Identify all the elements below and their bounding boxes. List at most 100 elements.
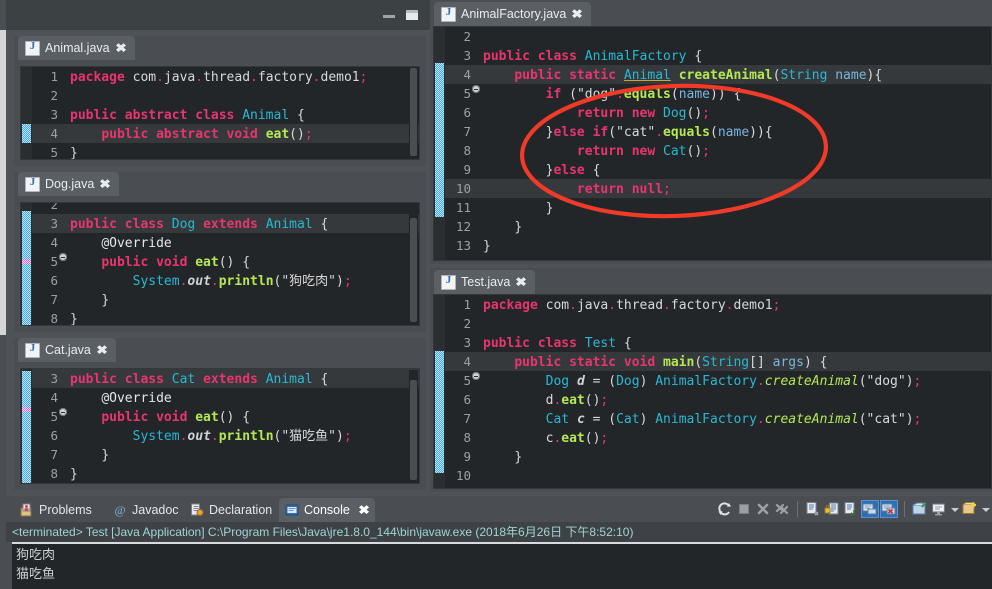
code-text: d.eat(); — [545, 393, 609, 408]
tab-test-java[interactable]: Test.java ✖ — [434, 270, 536, 294]
code-line: 10 return null; — [445, 179, 991, 198]
console-toolbar — [717, 497, 990, 521]
editor-panel-animalfactory: AnimalFactory.java ✖ 2 3 public class Ani… — [430, 0, 992, 264]
tab-animal-java[interactable]: Animal.java ✖ — [18, 36, 135, 60]
tab-declaration[interactable]: Declaration — [184, 498, 278, 522]
line-number: 10 — [455, 468, 471, 483]
code-line: 5 public void eat() { — [32, 252, 419, 271]
show-console-on-error-icon[interactable] — [880, 500, 898, 518]
code-area-animalfactory[interactable]: 2 3 public class AnimalFactory {4 public … — [433, 26, 992, 261]
code-line: 1 package com.java.thread.factory.demo1; — [32, 67, 419, 86]
tab-console[interactable]: Console ✖ — [279, 498, 375, 522]
code-line: 6 return new Dog(); — [445, 103, 991, 122]
line-number: 1 — [50, 69, 58, 84]
code-area-animal[interactable]: 1 package com.java.thread.factory.demo1; 2… — [20, 66, 420, 160]
remove-all-terminated-icon[interactable] — [774, 501, 790, 517]
code-text: public class Test { — [483, 336, 632, 351]
close-icon[interactable]: ✖ — [572, 8, 584, 20]
code-line: 5 public void eat() { — [32, 407, 419, 426]
line-number: 9 — [463, 449, 471, 464]
tab-dog-java[interactable]: Dog.java ✖ — [18, 172, 120, 196]
line-number: 11 — [455, 200, 471, 215]
code-text: } — [514, 450, 523, 465]
code-text: public abstract class Animal { — [70, 108, 305, 123]
clear-console-icon[interactable] — [805, 501, 821, 517]
code-area-dog[interactable]: 2 3 public class Dog extends Animal {4 @O… — [20, 202, 420, 326]
eclipse-workbench: Animal.java ✖ 1 package com.java.thread.f… — [0, 0, 992, 589]
line-number: 7 — [50, 292, 58, 307]
line-number: 4 — [50, 390, 58, 405]
window-titlebar — [6, 0, 432, 30]
close-icon[interactable]: ✖ — [100, 178, 112, 190]
editor-scrollbar[interactable] — [409, 68, 418, 158]
code-line: 5 Dog d = (Dog) AnimalFactory.createAnim… — [445, 371, 991, 390]
chevron-down-icon[interactable] — [950, 501, 959, 517]
editor-scrollbar[interactable] — [409, 370, 418, 482]
editor-panel-animal: Animal.java ✖ 1 package com.java.thread.f… — [14, 36, 426, 166]
editor-panel-cat: Cat.java ✖ 3 public class Cat extends Ani… — [14, 338, 426, 490]
code-line: 8 c.eat(); — [445, 428, 991, 447]
code-line: 4 @Override — [32, 388, 419, 416]
code-line: 7 } — [32, 290, 419, 309]
close-icon[interactable]: ✖ — [516, 276, 528, 288]
code-text: System.out.println("狗吃肉"); — [132, 274, 352, 289]
java-file-icon — [25, 40, 40, 56]
line-number: 9 — [463, 162, 471, 177]
pin-console-icon[interactable] — [912, 501, 928, 517]
tab-cat-java[interactable]: Cat.java ✖ — [18, 338, 116, 362]
maximize-icon[interactable] — [405, 8, 419, 22]
code-line: 8 return new Cat(); — [445, 141, 991, 160]
code-text: return new Cat(); — [576, 144, 710, 159]
line-number: 3 — [50, 107, 58, 122]
terminate-icon[interactable] — [736, 501, 752, 517]
code-line: 2 — [445, 27, 991, 46]
open-console-icon[interactable] — [962, 501, 978, 517]
scroll-lock-icon[interactable] — [824, 501, 840, 517]
occurrence-marker — [435, 63, 444, 217]
code-text: public static void main(String[] args) { — [514, 355, 828, 370]
code-text: c.eat(); — [545, 431, 609, 446]
occurrence-marker — [435, 351, 444, 473]
occurrence-marker — [22, 371, 31, 483]
line-number: 5 — [50, 409, 58, 424]
tab-problems[interactable]: Problems — [14, 498, 98, 522]
code-text: } — [70, 146, 78, 160]
terminate-relaunch-icon[interactable] — [717, 501, 733, 517]
show-console-on-output-icon[interactable] — [861, 500, 879, 518]
word-wrap-icon[interactable] — [843, 501, 859, 517]
tab-label: Test.java — [461, 275, 511, 289]
line-number: 5 — [463, 86, 471, 101]
code-line: 13} — [445, 236, 991, 255]
line-number: 7 — [463, 124, 471, 139]
chevron-down-icon[interactable] — [981, 501, 990, 517]
close-icon[interactable]: ✖ — [115, 42, 127, 54]
code-area-cat[interactable]: 3 public class Cat extends Animal {4 @Ove… — [20, 368, 420, 484]
editor-scrollbar[interactable] — [409, 204, 418, 324]
code-line: 8} — [32, 464, 419, 483]
display-selected-console-icon[interactable] — [931, 501, 947, 517]
tab-javadoc[interactable]: @ Javadoc — [107, 498, 185, 522]
close-icon[interactable]: ✖ — [96, 344, 108, 356]
line-number: 8 — [463, 143, 471, 158]
code-text: Dog d = (Dog) AnimalFactory.createAnimal… — [545, 374, 922, 389]
code-text: public static Animal createAnimal(String… — [514, 68, 883, 83]
toolbar-separator — [797, 501, 798, 517]
remove-launch-icon[interactable] — [755, 501, 771, 517]
marker-bar — [434, 295, 445, 488]
tab-label: AnimalFactory.java — [461, 7, 567, 21]
console-output[interactable]: 狗吃肉 猫吃鱼 — [12, 542, 992, 589]
java-file-icon — [441, 274, 456, 290]
minimize-icon[interactable] — [382, 8, 396, 22]
line-number: 4 — [463, 354, 471, 369]
code-lines: 1 package com.java.thread.factory.demo1; 2… — [445, 295, 991, 488]
code-text: } — [514, 220, 523, 235]
tab-animalfactory-java[interactable]: AnimalFactory.java ✖ — [434, 2, 592, 26]
close-icon[interactable]: ✖ — [358, 503, 370, 517]
java-file-icon — [25, 176, 40, 192]
code-line: 2 — [445, 314, 991, 333]
occurrence-marker — [22, 124, 31, 143]
code-text: } — [101, 293, 110, 308]
code-area-test[interactable]: 1 package com.java.thread.factory.demo1; 2… — [433, 294, 992, 489]
code-text: public class Cat extends Animal { — [70, 372, 329, 387]
